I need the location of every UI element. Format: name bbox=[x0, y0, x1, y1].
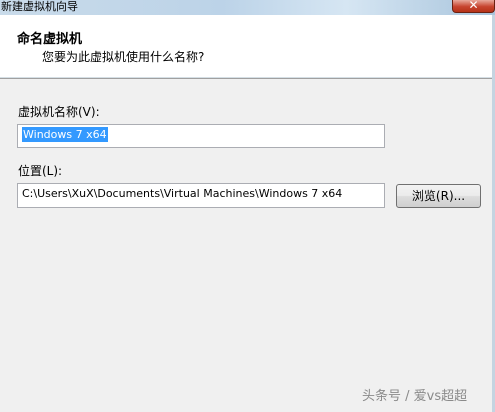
wizard-header: 命名虚拟机 您要为此虚拟机使用什么名称? bbox=[0, 15, 495, 78]
vm-name-value: Windows 7 x64 bbox=[22, 127, 108, 142]
location-value: C:\Users\XuX\Documents\Virtual Machines\… bbox=[22, 187, 343, 200]
vm-name-label: 虚拟机名称(V): bbox=[18, 105, 100, 119]
page-title: 命名虚拟机 bbox=[17, 32, 83, 47]
close-icon: ✕ bbox=[468, 0, 479, 12]
close-button[interactable]: ✕ bbox=[452, 0, 495, 13]
title-bar[interactable]: 新建虚拟机向导 ✕ bbox=[0, 0, 495, 15]
browse-button[interactable]: 浏览(R)... bbox=[396, 184, 481, 208]
window-title: 新建虚拟机向导 bbox=[1, 0, 78, 13]
page-subtitle: 您要为此虚拟机使用什么名称? bbox=[42, 50, 205, 64]
location-label: 位置(L): bbox=[18, 164, 63, 178]
new-vm-wizard-window: 新建虚拟机向导 ✕ 命名虚拟机 您要为此虚拟机使用什么名称? 虚拟机名称(V):… bbox=[0, 0, 495, 412]
vm-name-input[interactable]: Windows 7 x64 bbox=[17, 124, 385, 148]
watermark: 头条号 / 爱vs超超 bbox=[362, 389, 468, 404]
location-input[interactable]: C:\Users\XuX\Documents\Virtual Machines\… bbox=[17, 183, 385, 208]
header-divider bbox=[0, 78, 495, 79]
